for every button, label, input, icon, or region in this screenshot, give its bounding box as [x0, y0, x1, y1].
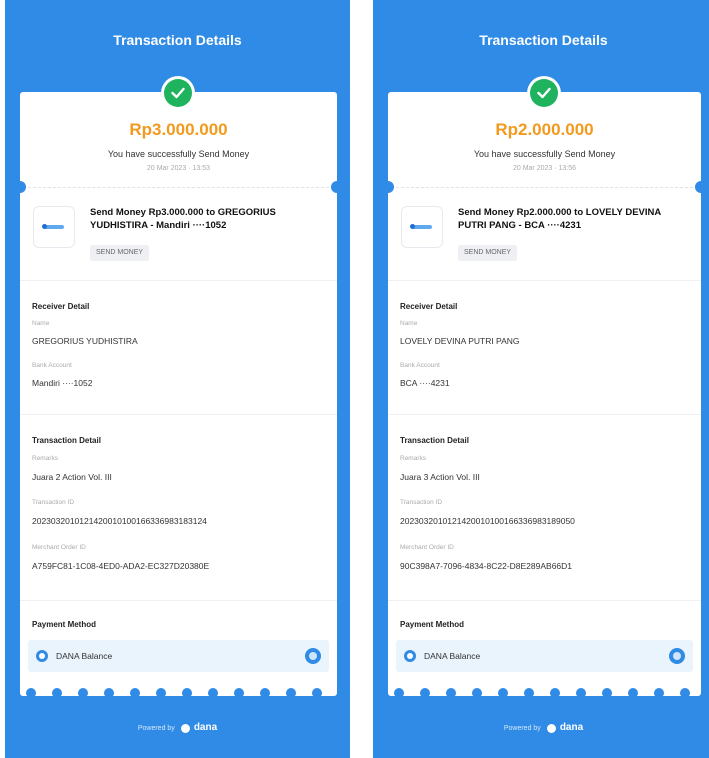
payment-method-row[interactable]: DANA Balance: [28, 640, 329, 672]
remarks-label: Remarks: [32, 455, 59, 462]
receipt-scallop-edge: [20, 688, 337, 696]
category-chip: SEND MONEY: [458, 245, 518, 261]
divider: [20, 414, 337, 415]
receipt-card: Rp3.000.000 You have successfully Send M…: [20, 92, 337, 696]
receiver-name: LOVELY DEVINA PUTRI PANG: [400, 336, 520, 346]
transaction-screen-1: Transaction Details Rp3.000.000 You have…: [5, 0, 350, 758]
merchant-order-id[interactable]: A759FC81-1C08-4ED0-ADA2-EC327D20380E: [32, 561, 209, 571]
status-text: You have successfully Send Money: [107, 149, 250, 159]
receiver-name-label: Name: [400, 320, 418, 327]
page-title: Transaction Details: [479, 32, 608, 48]
bank-transfer-icon: [33, 206, 75, 248]
amount: Rp2.000.000: [495, 120, 594, 139]
bank-account-label: Bank Account: [400, 362, 440, 369]
powered-by-footer: Powered by dana: [503, 722, 584, 733]
category-chip: SEND MONEY: [90, 245, 150, 261]
divider: [388, 414, 701, 415]
dana-logo-icon: [180, 723, 190, 733]
transaction-id[interactable]: 2023032010121420010100166336983183124: [32, 516, 207, 526]
payment-method-label: DANA Balance: [56, 651, 113, 661]
bank-account: BCA ····4231: [400, 378, 450, 388]
bank-account-label: Bank Account: [32, 362, 72, 369]
powered-by-footer: Powered by dana: [137, 722, 218, 733]
divider: [388, 280, 701, 281]
remarks-label: Remarks: [400, 455, 427, 462]
remarks: Juara 2 Action Vol. III: [32, 472, 112, 482]
divider: [20, 280, 337, 281]
receiver-section-title: Receiver Detail: [32, 302, 90, 311]
dana-wallet-icon: [404, 650, 416, 662]
transaction-id-label: Transaction ID: [32, 499, 75, 506]
merchant-order-id-label: Merchant Order ID: [32, 544, 86, 551]
success-check-icon: [160, 76, 195, 110]
receiver-name: GREGORIUS YUDHISTIRA: [32, 336, 138, 346]
transaction-id[interactable]: 2023032010121420010100166336983189050: [400, 516, 575, 526]
divider: [388, 600, 701, 601]
amount: Rp3.000.000: [129, 120, 228, 139]
dana-logo-icon: [305, 648, 321, 664]
payment-section-title: Payment Method: [32, 620, 97, 629]
transaction-section-title: Transaction Detail: [32, 436, 101, 445]
divider: [20, 600, 337, 601]
page-title: Transaction Details: [113, 32, 242, 48]
dana-wallet-icon: [36, 650, 48, 662]
payment-method-label: DANA Balance: [424, 651, 481, 661]
dana-logo-icon: [546, 723, 556, 733]
transaction-id-label: Transaction ID: [400, 499, 443, 506]
bank-account: Mandiri ····1052: [32, 378, 93, 388]
receiver-name-label: Name: [32, 320, 50, 327]
dana-logo-icon: [669, 648, 685, 664]
receipt-scallop-edge: [388, 688, 701, 696]
status-text: You have successfully Send Money: [473, 149, 616, 159]
merchant-order-id-label: Merchant Order ID: [400, 544, 454, 551]
payment-section-title: Payment Method: [400, 620, 465, 629]
remarks: Juara 3 Action Vol. III: [400, 472, 480, 482]
transaction-datetime: 20 Mar 2023 · 13:56: [512, 165, 577, 172]
receiver-section-title: Receiver Detail: [400, 302, 458, 311]
success-check-icon: [526, 76, 561, 110]
payment-method-row[interactable]: DANA Balance: [396, 640, 693, 672]
perforation-divider: [396, 187, 693, 188]
transaction-headline: Send Money Rp2.000.000 to LOVELY DEVINA …: [458, 207, 661, 231]
merchant-order-id[interactable]: 90C398A7-7096-4834-8C22-D8E289AB66D1: [400, 561, 572, 571]
transaction-screen-2: Transaction Details Rp2.000.000 You have…: [373, 0, 709, 758]
transaction-datetime: 20 Mar 2023 · 13:53: [146, 165, 211, 172]
bank-transfer-icon: [401, 206, 443, 248]
perforation-divider: [28, 187, 329, 188]
transaction-headline: Send Money Rp3.000.000 to GREGORIUS YUDH…: [90, 207, 276, 231]
transaction-section-title: Transaction Detail: [400, 436, 469, 445]
receipt-card: Rp2.000.000 You have successfully Send M…: [388, 92, 701, 696]
